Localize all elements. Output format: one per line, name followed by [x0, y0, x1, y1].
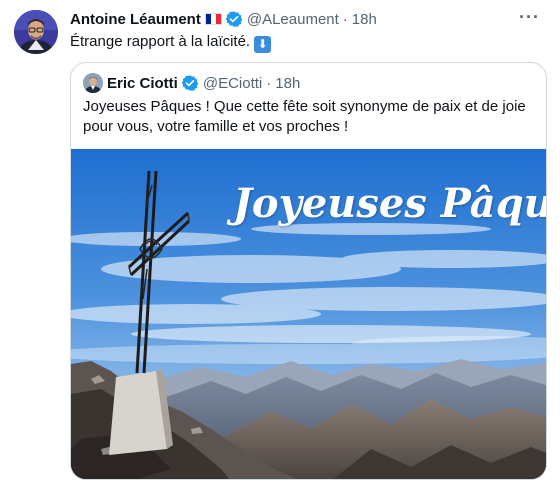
- separator-dot: ·: [342, 10, 348, 28]
- quoted-tweet[interactable]: Eric Ciotti @ECiotti · 18h Joyeuses Pâqu…: [70, 62, 547, 480]
- down-arrow-emoji-icon: ⬇: [254, 35, 272, 53]
- quoted-tweet-text: Joyeuses Pâques ! Que cette fête soit sy…: [83, 98, 526, 135]
- avatar-man-glasses-icon: [14, 10, 58, 54]
- separator-dot: ·: [266, 74, 272, 92]
- quoted-author-name[interactable]: Eric Ciotti: [107, 75, 178, 92]
- author-avatar[interactable]: [14, 10, 58, 54]
- quoted-tweet-time[interactable]: 18h: [275, 75, 300, 92]
- quoted-tweet-header: Eric Ciotti @ECiotti · 18h: [83, 73, 300, 93]
- quoted-author-avatar: [83, 73, 103, 93]
- tweet-time[interactable]: 18h: [352, 11, 377, 28]
- avatar-man-suit-icon: [83, 73, 103, 93]
- mountain-cross-photo-icon: Joyeuses Pâques !: [71, 149, 546, 479]
- more-options-icon[interactable]: ···: [519, 7, 540, 28]
- verified-badge-icon: [225, 11, 243, 27]
- media-overlay-text: Joyeuses Pâques !: [226, 180, 546, 227]
- tweet-header: Antoine Léaument @ALeaument · 18h ···: [70, 7, 540, 29]
- tweet-text-content: Étrange rapport à la laïcité.: [70, 33, 251, 50]
- flag-france-icon: [204, 13, 222, 25]
- verified-badge-icon: [181, 75, 199, 91]
- quoted-tweet-media[interactable]: Joyeuses Pâques !: [71, 149, 546, 479]
- tweet-text: Étrange rapport à la laïcité. ⬇: [70, 32, 272, 53]
- quoted-author-handle[interactable]: @ECiotti: [203, 75, 262, 92]
- tweet[interactable]: Antoine Léaument @ALeaument · 18h ··· Ét…: [0, 0, 560, 489]
- author-handle[interactable]: @ALeaument: [247, 11, 339, 28]
- author-name[interactable]: Antoine Léaument: [70, 11, 201, 28]
